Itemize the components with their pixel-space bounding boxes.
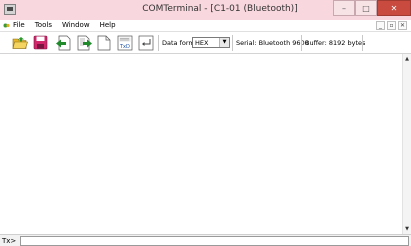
data-format-select[interactable]: HEX ▼ xyxy=(192,37,230,48)
open-icon xyxy=(12,36,28,49)
scroll-up-icon[interactable]: ▲ xyxy=(403,55,411,63)
return-icon xyxy=(138,35,154,50)
toolbar-separator xyxy=(232,35,233,51)
tx-bar: Tx> xyxy=(0,234,411,246)
maximize-button[interactable]: □ xyxy=(355,0,377,16)
menu-bar: File Tools Window Help _ ▫ ✕ xyxy=(0,20,411,32)
send-file-icon xyxy=(77,35,92,50)
new-button[interactable] xyxy=(95,34,113,51)
mdi-close-button[interactable]: ✕ xyxy=(398,21,407,30)
app-icon[interactable] xyxy=(4,4,16,15)
mdi-minimize-button[interactable]: _ xyxy=(376,21,385,30)
receive-icon xyxy=(56,35,71,50)
close-button[interactable]: ✕ xyxy=(377,0,411,16)
tx-input[interactable] xyxy=(20,236,409,246)
svg-text:TxD: TxD xyxy=(119,44,130,50)
minimize-button[interactable]: – xyxy=(333,0,355,16)
toolbar-separator xyxy=(362,35,363,51)
chevron-down-icon[interactable]: ▼ xyxy=(219,38,229,47)
serial-status: Serial: Bluetooth 9600 xyxy=(236,39,309,47)
toolbar: TxD Data format HEX ▼ Serial: Bluetooth … xyxy=(0,32,411,54)
receive-text-area[interactable]: ▲ ▼ xyxy=(0,54,411,234)
vertical-scrollbar[interactable]: ▲ ▼ xyxy=(402,54,411,234)
save-icon xyxy=(33,35,47,50)
mdi-restore-button[interactable]: ▫ xyxy=(387,21,396,30)
menu-tools[interactable]: Tools xyxy=(34,21,53,29)
return-button[interactable] xyxy=(137,34,155,51)
toolbar-separator xyxy=(301,35,302,51)
receive-button[interactable] xyxy=(54,34,72,51)
send-file-button[interactable] xyxy=(76,34,94,51)
buffer-status: Buffer: 8192 bytes xyxy=(305,39,366,47)
document-menu-icon[interactable] xyxy=(3,22,10,29)
title-bar: COMTerminal - [C1-01 (Bluetooth)] – □ ✕ xyxy=(0,0,411,20)
menu-file[interactable]: File xyxy=(12,21,26,29)
menu-help[interactable]: Help xyxy=(99,21,117,29)
tx-file-icon: TxD xyxy=(117,35,133,50)
toolbar-separator xyxy=(158,35,159,51)
save-button[interactable] xyxy=(31,34,49,51)
open-button[interactable] xyxy=(11,34,29,51)
new-icon xyxy=(97,35,111,50)
menu-window[interactable]: Window xyxy=(61,21,91,29)
tx-label: Tx> xyxy=(2,237,17,245)
scroll-down-icon[interactable]: ▼ xyxy=(403,225,411,233)
window-title: COMTerminal - [C1-01 (Bluetooth)] xyxy=(142,4,298,14)
tx-file-button[interactable]: TxD xyxy=(116,34,134,51)
data-format-value: HEX xyxy=(195,39,209,47)
